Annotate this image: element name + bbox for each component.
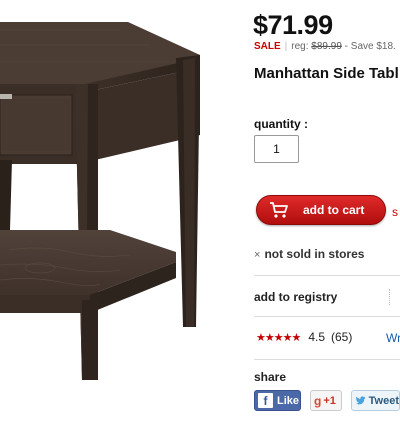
- rating-value: 4.5: [308, 330, 325, 344]
- availability-status: × not sold in stores: [254, 247, 364, 261]
- reg-prefix: reg:: [291, 41, 309, 52]
- google-plus-label: +1: [323, 394, 336, 407]
- tweet-label: Tweet: [368, 394, 399, 407]
- product-image[interactable]: [0, 0, 240, 434]
- tweet-button[interactable]: Tweet: [351, 390, 400, 411]
- add-to-registry-link[interactable]: add to registry: [254, 290, 337, 304]
- write-review-link[interactable]: Wr: [386, 331, 400, 345]
- product-price: $71.99: [253, 10, 333, 40]
- close-x-icon: ×: [254, 249, 261, 261]
- cart-side-link[interactable]: s: [392, 205, 398, 219]
- sale-badge: SALE: [254, 41, 281, 52]
- cart-icon: [270, 202, 288, 218]
- facebook-icon: f: [258, 393, 273, 408]
- divider: [254, 359, 400, 360]
- google-plus-icon: g: [314, 393, 322, 408]
- rating-summary[interactable]: ★★★★★ 4.5 (65): [256, 330, 352, 344]
- product-title: Manhattan Side Tabl: [254, 65, 399, 82]
- review-count: (65): [331, 330, 353, 344]
- savings-text: - Save $18.: [344, 41, 396, 52]
- google-plus-button[interactable]: g +1: [310, 390, 342, 411]
- divider: [389, 289, 390, 305]
- sale-info: SALE | reg: $89.99 - Save $18.: [254, 41, 396, 52]
- regular-price: $89.99: [311, 41, 342, 52]
- twitter-bird-icon: [356, 396, 366, 405]
- quantity-input[interactable]: [254, 135, 299, 163]
- add-to-cart-label: add to cart: [303, 203, 365, 217]
- facebook-like-button[interactable]: f Like: [254, 390, 301, 411]
- add-to-cart-button[interactable]: add to cart: [256, 195, 386, 225]
- facebook-like-label: Like: [277, 394, 300, 407]
- divider: [254, 275, 400, 276]
- share-label: share: [254, 370, 287, 384]
- availability-text: not sold in stores: [264, 247, 365, 261]
- star-rating-icon: ★★★★★: [256, 331, 301, 344]
- divider: [254, 316, 400, 317]
- quantity-label: quantity :: [254, 117, 308, 131]
